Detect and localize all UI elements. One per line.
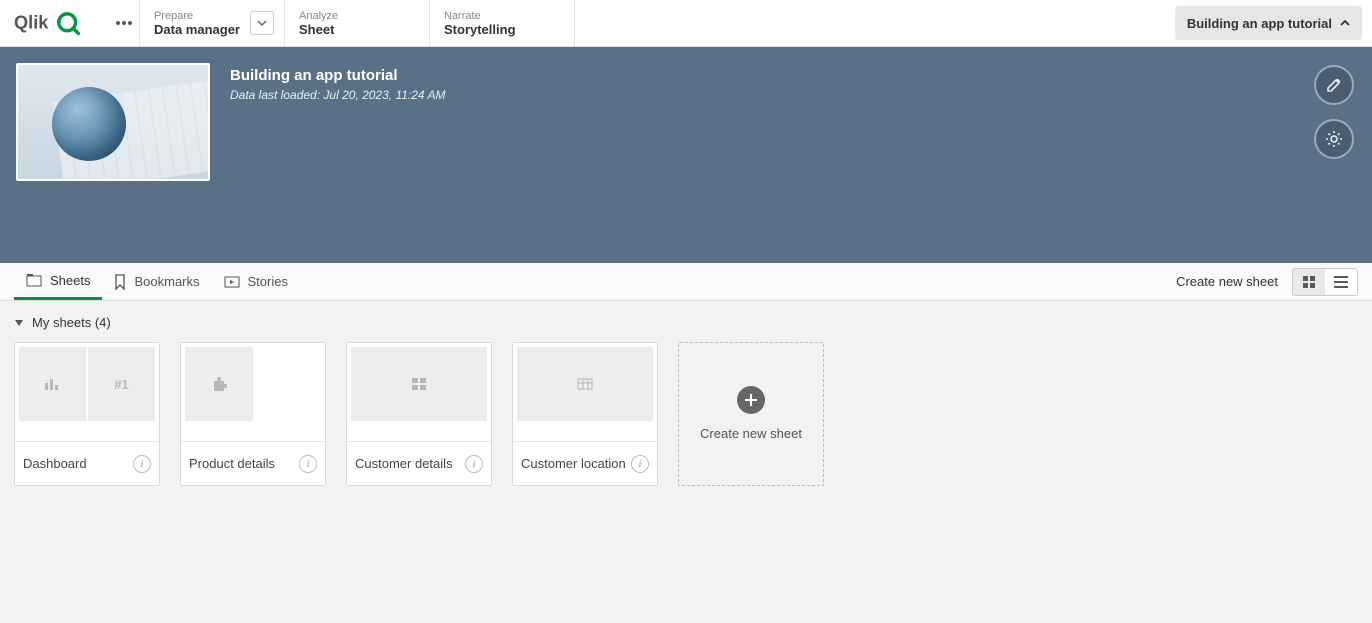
tab-label: Sheets [50, 273, 90, 288]
plus-icon [737, 386, 765, 414]
my-sheets-header[interactable]: My sheets (4) [14, 315, 1358, 330]
card-preview [347, 343, 491, 441]
new-sheet-label: Create new sheet [700, 426, 802, 443]
info-icon[interactable]: i [299, 455, 317, 473]
view-toggle [1292, 268, 1358, 296]
nav-category: Narrate [444, 10, 560, 22]
app-thumbnail[interactable] [16, 63, 210, 181]
ellipsis-icon [116, 21, 132, 25]
content-tabs: Sheets Bookmarks Stories Create new shee… [0, 263, 1372, 301]
sheet-cards: #1 Dashboard i Product details i [14, 342, 1358, 486]
chevron-down-icon [257, 20, 267, 26]
card-footer: Dashboard i [15, 441, 159, 485]
list-view-button[interactable] [1325, 269, 1357, 295]
rank-badge: #1 [88, 347, 155, 421]
sheet-title: Customer location [521, 456, 626, 471]
app-hero: Building an app tutorial Data last loade… [0, 47, 1372, 263]
pencil-icon [1325, 76, 1343, 94]
info-icon[interactable]: i [465, 455, 483, 473]
top-bar: Qlik Prepare Data manager Analyze Sheet … [0, 0, 1372, 47]
sheet-card-customer-details[interactable]: Customer details i [346, 342, 492, 486]
card-preview [181, 343, 325, 441]
settings-button[interactable] [1314, 119, 1354, 159]
sheets-section: My sheets (4) #1 Dashboard i [0, 301, 1372, 500]
pivot-icon [411, 377, 427, 391]
nav-value: Storytelling [444, 22, 560, 37]
card-footer: Customer details i [347, 441, 491, 485]
svg-text:Qlik: Qlik [14, 13, 49, 33]
sheet-title: Customer details [355, 456, 453, 471]
edit-button[interactable] [1314, 65, 1354, 105]
data-last-loaded: Data last loaded: Jul 20, 2023, 11:24 AM [230, 88, 445, 102]
sheet-card-dashboard[interactable]: #1 Dashboard i [14, 342, 160, 486]
card-preview [513, 343, 657, 441]
tab-bookmarks[interactable]: Bookmarks [102, 263, 211, 300]
card-preview: #1 [15, 343, 159, 441]
info-icon[interactable]: i [631, 455, 649, 473]
nav-value: Sheet [299, 22, 415, 37]
tab-label: Bookmarks [134, 274, 199, 289]
app-title: Building an app tutorial [230, 67, 445, 84]
create-new-sheet-card[interactable]: Create new sheet [678, 342, 824, 486]
nav-category: Analyze [299, 10, 415, 22]
gear-icon [1325, 130, 1343, 148]
sheet-card-customer-location[interactable]: Customer location i [512, 342, 658, 486]
card-footer: Product details i [181, 441, 325, 485]
nav-prepare[interactable]: Prepare Data manager [140, 0, 285, 46]
puzzle-icon [211, 376, 227, 392]
app-overview-toggle[interactable]: Building an app tutorial [1175, 6, 1362, 40]
bookmark-icon [114, 274, 126, 290]
sheet-title: Dashboard [23, 456, 87, 471]
spacer [575, 0, 1175, 46]
nav-analyze[interactable]: Analyze Sheet [285, 0, 430, 46]
grid-icon [1302, 275, 1316, 289]
grid-view-button[interactable] [1293, 269, 1325, 295]
section-title: My sheets (4) [32, 315, 111, 330]
card-footer: Customer location i [513, 441, 657, 485]
qlik-logo-icon: Qlik [14, 9, 98, 37]
hero-actions [1314, 65, 1354, 159]
triangle-down-icon [14, 319, 24, 327]
chevron-up-icon [1340, 20, 1350, 26]
brand-logo[interactable]: Qlik [0, 0, 108, 46]
thumbnail-art [53, 80, 210, 181]
prepare-dropdown-button[interactable] [250, 11, 274, 35]
sheet-title: Product details [189, 456, 275, 471]
list-icon [1334, 276, 1348, 288]
hero-text: Building an app tutorial Data last loade… [230, 63, 445, 247]
tab-label: Stories [248, 274, 288, 289]
app-toggle-label: Building an app tutorial [1187, 16, 1332, 31]
create-new-sheet-link[interactable]: Create new sheet [1176, 274, 1278, 289]
sheet-card-product-details[interactable]: Product details i [180, 342, 326, 486]
table-icon [577, 378, 593, 390]
info-icon[interactable]: i [133, 455, 151, 473]
tab-sheets[interactable]: Sheets [14, 263, 102, 300]
stories-icon [224, 275, 240, 289]
nav-narrate[interactable]: Narrate Storytelling [430, 0, 575, 46]
more-menu-button[interactable] [108, 0, 140, 46]
bar-chart-icon [44, 377, 62, 391]
sheets-icon [26, 273, 42, 287]
tab-stories[interactable]: Stories [212, 263, 300, 300]
